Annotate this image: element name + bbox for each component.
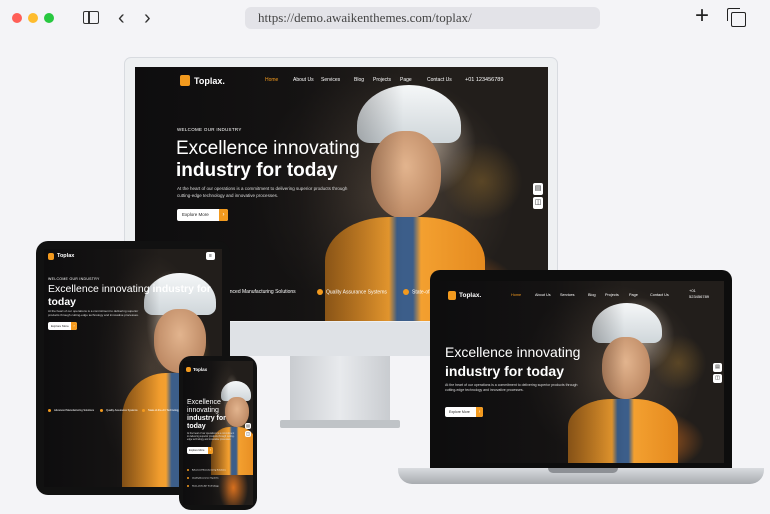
window-minimize-button[interactable] <box>28 13 38 23</box>
hero-description: At the heart of our operations is a comm… <box>445 383 578 393</box>
header-phone-line2[interactable]: 523456789 <box>689 294 709 299</box>
explore-more-button[interactable]: Explore More › <box>177 209 228 221</box>
desktop-monitor-base <box>280 420 400 428</box>
document-icon[interactable]: ▤ <box>533 183 543 195</box>
explore-more-button[interactable]: Explore More › <box>187 447 213 454</box>
address-bar[interactable]: https://demo.awaikenthemes.com/toplax/ <box>245 7 600 29</box>
hero-tagline: WELCOME OUR INDUSTRY <box>177 127 242 132</box>
explore-more-button[interactable]: Explore More › <box>445 407 483 417</box>
document-icon[interactable]: ▤ <box>713 363 722 372</box>
nav-page[interactable]: Page <box>400 77 412 83</box>
window-close-button[interactable] <box>12 13 22 23</box>
arrow-right-icon: › <box>476 407 483 417</box>
explore-more-label: Explore More <box>182 212 209 217</box>
arrow-right-icon: › <box>219 209 228 221</box>
nav-projects[interactable]: Projects <box>605 293 619 297</box>
gear-icon <box>48 409 51 412</box>
laptop-notch <box>548 468 618 473</box>
logo-icon <box>186 367 191 372</box>
brand-name[interactable]: Toplax <box>57 253 74 259</box>
arrow-right-icon: › <box>71 322 77 330</box>
feature-quality: Quality Assurance Systems <box>100 409 138 412</box>
feature-manufacturing: Advanced Manufacturing Solutions <box>187 469 226 472</box>
hero-headline-light: Excellence innovating <box>445 344 581 360</box>
sidebar-toggle-icon[interactable] <box>83 11 99 24</box>
logo-icon <box>48 253 54 260</box>
url-text: https://demo.awaikenthemes.com/toplax/ <box>258 10 472 25</box>
nav-about[interactable]: About Us <box>535 293 551 297</box>
feature-manufacturing: Advanced Manufacturing Solutions <box>48 409 94 412</box>
nav-projects[interactable]: Projects <box>373 77 391 83</box>
gear-icon <box>187 485 189 487</box>
feature-manufacturing: anced Manufacturing Solutions <box>227 289 296 295</box>
gear-icon <box>187 469 189 471</box>
nav-about[interactable]: About Us <box>293 77 314 83</box>
hero-headline-line4: today <box>187 423 206 430</box>
hero-headline-bold: industry for today <box>176 160 338 181</box>
nav-home[interactable]: Home <box>511 293 521 297</box>
brand-name[interactable]: Toplax. <box>459 292 481 299</box>
nav-services[interactable]: Services <box>560 293 575 297</box>
menu-icon[interactable]: ≡ <box>206 252 215 260</box>
explore-more-button[interactable]: Explore More › <box>48 322 77 330</box>
desktop-monitor-stand <box>290 356 390 424</box>
hero-headline-line1: Excellence <box>187 399 221 406</box>
tabs-overview-icon[interactable] <box>727 8 746 27</box>
nav-page[interactable]: Page <box>629 293 638 297</box>
document-icon[interactable]: ▤ <box>245 423 251 429</box>
gear-icon <box>317 289 323 295</box>
feature-quality: Quality Assurance Systems <box>317 289 387 295</box>
nav-blog[interactable]: Blog <box>588 293 596 297</box>
window-zoom-button[interactable] <box>44 13 54 23</box>
new-tab-icon[interactable]: + <box>695 4 709 28</box>
forward-icon[interactable]: › <box>144 8 151 28</box>
cart-icon[interactable]: ◫ <box>713 374 722 383</box>
hero-description: At the heart of our operations is a comm… <box>177 186 348 198</box>
hero-description: At the heart of our operations is a comm… <box>48 309 139 318</box>
hero-headline-light: Excellence innovating <box>176 138 360 159</box>
gear-icon <box>142 409 145 412</box>
logo-icon <box>448 291 456 300</box>
browser-toolbar: ‹ › https://demo.awaikenthemes.com/topla… <box>0 0 770 40</box>
nav-contact[interactable]: Contact Us <box>427 77 452 83</box>
nav-contact[interactable]: Contact Us <box>650 293 669 297</box>
brand-name[interactable]: Toplax <box>193 367 207 372</box>
nav-blog[interactable]: Blog <box>354 77 364 83</box>
hero-headline-line2: innovating <box>187 407 219 414</box>
feature-technology: State-of-the-Art Technology <box>142 409 180 412</box>
nav-home[interactable]: Home <box>265 77 278 83</box>
arrow-right-icon: › <box>208 447 213 454</box>
laptop-screen: Toplax. Home About Us Services Blog Proj… <box>440 281 724 463</box>
header-phone-line1[interactable]: +01 <box>689 288 696 293</box>
back-icon[interactable]: ‹ <box>118 8 125 28</box>
feature-quality: Quality Assurance Systems <box>187 477 219 480</box>
hero-headline-bold: industry for today <box>445 363 565 379</box>
gear-icon <box>100 409 103 412</box>
hero-description: At the heart of our operations is a comm… <box>187 433 235 442</box>
gear-icon <box>403 289 409 295</box>
hero-headline-line3: industry for <box>187 415 226 422</box>
hero-tagline: WELCOME OUR INDUSTRY <box>48 277 100 281</box>
hero-headline-tablet: Excellence innovating industry for <box>48 283 211 295</box>
phone-screen: Toplax Excellence innovating industry fo… <box>183 361 253 505</box>
header-phone[interactable]: +01 123456789 <box>465 77 503 83</box>
cart-icon[interactable]: ◫ <box>245 431 251 437</box>
nav-services[interactable]: Services <box>321 77 340 83</box>
hero-headline-bold-end: today <box>48 296 77 308</box>
gear-icon <box>187 477 189 479</box>
logo-icon <box>180 75 190 86</box>
cart-icon[interactable]: ◫ <box>533 197 543 209</box>
brand-name[interactable]: Toplax. <box>194 76 225 86</box>
feature-technology: State-of-the-Art Technology <box>187 485 219 488</box>
